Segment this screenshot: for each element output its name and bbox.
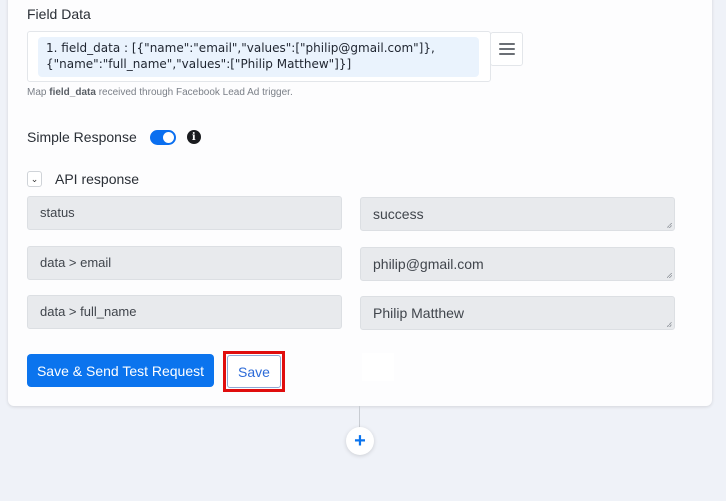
field-data-chip-line-1: 1. field_data : [{"name":"email","values… <box>46 41 435 55</box>
response-row: data > email philip@gmail.com <box>27 246 675 281</box>
response-value-field[interactable]: Philip Matthew <box>360 296 675 330</box>
api-response-header: ⌄ API response <box>27 171 139 187</box>
response-row: status success <box>27 196 675 231</box>
flow-connector-line <box>359 406 360 428</box>
simple-response-toggle[interactable] <box>149 129 176 145</box>
info-icon[interactable]: i <box>186 130 201 144</box>
response-key-field[interactable]: status <box>27 196 342 230</box>
response-value-field[interactable]: philip@gmail.com <box>360 247 675 281</box>
field-data-chip[interactable]: 1. field_data : [{"name":"email","values… <box>38 37 479 77</box>
response-key-field[interactable]: data > full_name <box>27 295 342 329</box>
plus-icon: + <box>354 430 366 452</box>
save-button[interactable]: Save <box>227 355 281 388</box>
overlay-artifact <box>362 353 394 381</box>
field-map-menu-button[interactable] <box>490 32 523 66</box>
field-data-chip-line-2: {"name":"full_name","values":["Philip Ma… <box>46 57 352 71</box>
save-and-send-test-request-button[interactable]: Save & Send Test Request <box>27 354 214 387</box>
field-data-title: Field Data <box>27 6 91 22</box>
hamburger-menu-icon <box>498 40 515 58</box>
api-response-label: API response <box>55 171 140 187</box>
field-data-helper-text: Map field_data received through Facebook… <box>27 87 293 98</box>
add-step-button[interactable]: + <box>346 427 374 455</box>
response-row: data > full_name Philip Matthew <box>27 295 675 330</box>
step-config-card: Field Data 1. field_data : [{"name":"ema… <box>8 0 712 406</box>
field-data-input[interactable]: 1. field_data : [{"name":"email","values… <box>27 31 491 82</box>
simple-response-row: Simple Response i <box>27 129 201 145</box>
chevron-down-icon[interactable]: ⌄ <box>27 171 42 187</box>
simple-response-label: Simple Response <box>27 129 137 145</box>
response-value-field[interactable]: success <box>360 197 675 231</box>
helper-field-name: field_data <box>49 87 96 98</box>
response-key-field[interactable]: data > email <box>27 246 342 280</box>
